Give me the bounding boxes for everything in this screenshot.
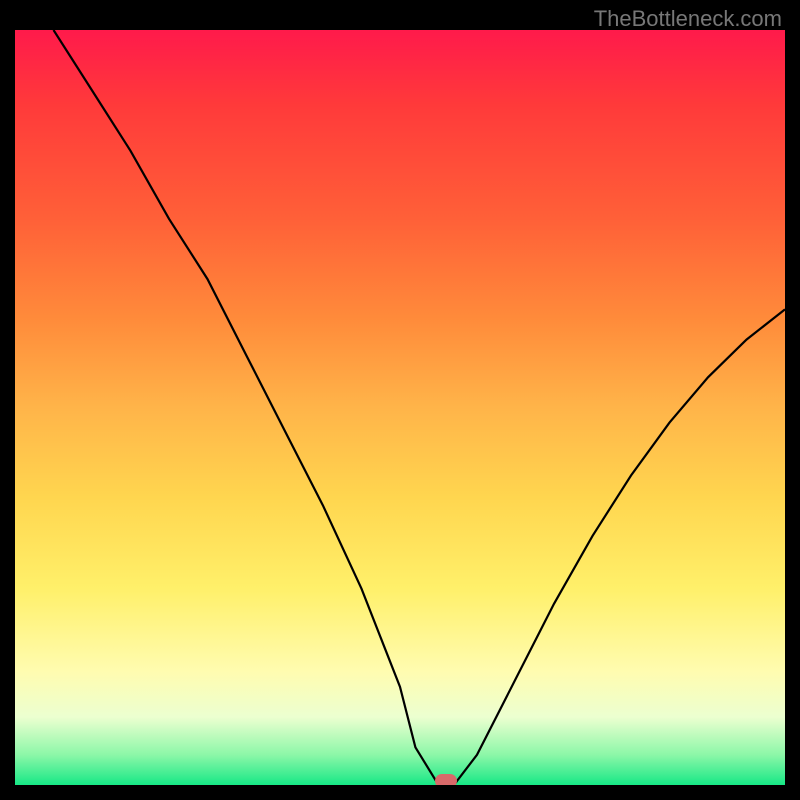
- optimum-marker: [435, 774, 457, 785]
- watermark-text: TheBottleneck.com: [594, 6, 782, 32]
- chart-plot-area: [15, 30, 785, 785]
- bottleneck-curve: [15, 30, 785, 785]
